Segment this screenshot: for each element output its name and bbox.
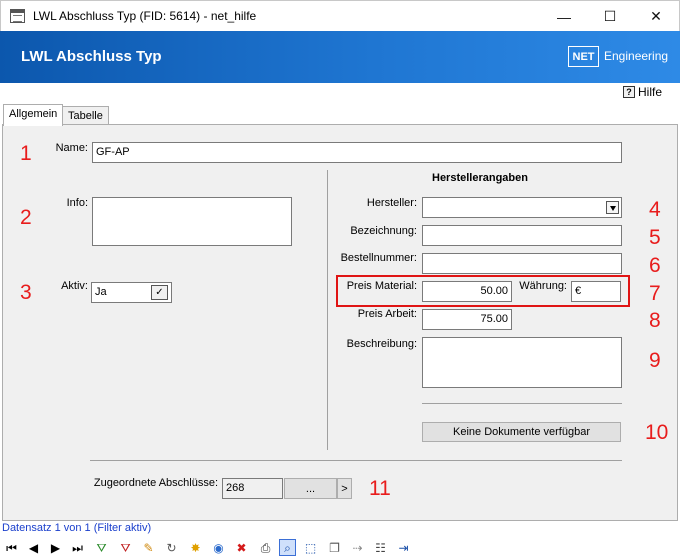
abschluesse-browse-button[interactable]: ... bbox=[284, 478, 337, 499]
marker-9: 9 bbox=[649, 349, 661, 372]
marker-7: 7 bbox=[649, 282, 661, 305]
marker-2: 2 bbox=[20, 206, 32, 229]
abschluesse-value: 268 bbox=[222, 478, 283, 499]
checkmark-icon[interactable]: ✓ bbox=[151, 285, 168, 300]
select-area-icon[interactable]: ⬚ bbox=[302, 539, 319, 556]
hersteller-dropdown[interactable] bbox=[422, 197, 622, 218]
navigation-toolbar: ⏮ ◀ ▶ ⏭ ⛛ ⛛ ✎ ↻ ✸ ◉ ✖ ⎙ ⌕ ⬚ ❐ ⇢ ☷ ⇥ bbox=[0, 537, 680, 559]
bestellnummer-label: Bestellnummer: bbox=[340, 252, 417, 264]
abschluesse-go-button[interactable]: > bbox=[337, 478, 352, 499]
beschreibung-textarea[interactable] bbox=[422, 337, 622, 388]
zoom-icon[interactable]: ⌕ bbox=[279, 539, 296, 556]
marker-5: 5 bbox=[649, 226, 661, 249]
form-panel bbox=[2, 124, 678, 521]
prev-record-icon[interactable]: ◀ bbox=[25, 539, 42, 556]
tab-allgemein[interactable]: Allgemein bbox=[3, 104, 64, 126]
info-textarea[interactable] bbox=[92, 197, 292, 246]
hersteller-label: Hersteller: bbox=[366, 197, 417, 209]
bestellnummer-input[interactable] bbox=[422, 253, 622, 274]
help-label: Hilfe bbox=[638, 85, 663, 99]
preis-material-label: Preis Material: bbox=[346, 280, 417, 292]
bezeichnung-input[interactable] bbox=[422, 225, 622, 246]
footer-divider bbox=[90, 460, 622, 461]
preis-arbeit-label: Preis Arbeit: bbox=[357, 308, 417, 320]
beschreibung-label: Beschreibung: bbox=[346, 338, 417, 350]
next-record-icon[interactable]: ▶ bbox=[47, 539, 64, 556]
preis-material-input[interactable]: 50.00 bbox=[422, 281, 512, 302]
last-record-icon[interactable]: ⏭ bbox=[69, 539, 86, 556]
chevron-down-icon[interactable] bbox=[606, 201, 619, 214]
column-divider bbox=[327, 170, 328, 450]
web-icon[interactable]: ◉ bbox=[210, 539, 227, 556]
waehrung-label: Währung: bbox=[519, 280, 567, 292]
print-icon[interactable]: ⎙ bbox=[257, 539, 274, 556]
filter-remove-icon[interactable]: ⛛ bbox=[117, 539, 134, 556]
window-titlebar: LWL Abschluss Typ (FID: 5614) - net_hilf… bbox=[0, 0, 680, 31]
tab-bar: Allgemein Tabelle bbox=[0, 104, 680, 126]
split-icon[interactable]: ⇢ bbox=[349, 539, 366, 556]
marker-1: 1 bbox=[20, 142, 32, 165]
refresh-icon[interactable]: ↻ bbox=[163, 539, 180, 556]
hersteller-heading: Herstellerangaben bbox=[432, 172, 528, 184]
new-record-icon[interactable]: ✸ bbox=[187, 539, 204, 556]
help-button[interactable]: ? Hilfe bbox=[623, 85, 662, 99]
window-title: LWL Abschluss Typ (FID: 5614) - net_hilf… bbox=[33, 9, 257, 23]
documents-divider bbox=[422, 403, 622, 404]
edit-icon[interactable]: ✎ bbox=[140, 539, 157, 556]
minimize-button[interactable]: — bbox=[541, 1, 587, 32]
marker-8: 8 bbox=[649, 309, 661, 332]
app-window-icon bbox=[10, 9, 25, 23]
record-status: Datensatz 1 von 1 (Filter aktiv) bbox=[2, 522, 152, 534]
marker-3: 3 bbox=[20, 281, 32, 304]
tab-tabelle[interactable]: Tabelle bbox=[62, 106, 109, 126]
close-button[interactable]: ✕ bbox=[633, 1, 679, 32]
name-label: Name: bbox=[55, 142, 88, 154]
marker-11: 11 bbox=[369, 477, 391, 500]
copy-icon[interactable]: ❐ bbox=[326, 539, 343, 556]
marker-10: 10 bbox=[645, 421, 669, 444]
maximize-button[interactable]: ☐ bbox=[587, 1, 633, 32]
info-label: Info: bbox=[66, 197, 88, 209]
aktiv-value: Ja bbox=[95, 286, 107, 298]
first-record-icon[interactable]: ⏮ bbox=[3, 539, 20, 556]
help-icon: ? bbox=[623, 86, 635, 98]
net-logo: NET bbox=[568, 46, 599, 67]
preis-arbeit-input[interactable]: 75.00 bbox=[422, 309, 512, 330]
name-input[interactable]: GF-AP bbox=[92, 142, 622, 163]
marker-6: 6 bbox=[649, 254, 661, 277]
bezeichnung-label: Bezeichnung: bbox=[350, 225, 417, 237]
header-banner: LWL Abschluss Typ NET Engineering bbox=[0, 31, 680, 83]
delete-icon[interactable]: ✖ bbox=[233, 539, 250, 556]
table-icon[interactable]: ☷ bbox=[372, 539, 389, 556]
waehrung-input[interactable]: € bbox=[571, 281, 621, 302]
marker-4: 4 bbox=[649, 198, 661, 221]
aktiv-label: Aktiv: bbox=[61, 280, 88, 292]
filter-add-icon[interactable]: ⛛ bbox=[93, 539, 110, 556]
documents-button[interactable]: Keine Dokumente verfügbar bbox=[422, 422, 621, 442]
abschluesse-label: Zugeordnete Abschlüsse: bbox=[93, 477, 218, 489]
banner-title: LWL Abschluss Typ bbox=[21, 48, 162, 65]
aktiv-select[interactable]: Ja ✓ bbox=[91, 282, 172, 303]
exit-icon[interactable]: ⇥ bbox=[395, 539, 412, 556]
logo-text: Engineering bbox=[604, 49, 669, 63]
